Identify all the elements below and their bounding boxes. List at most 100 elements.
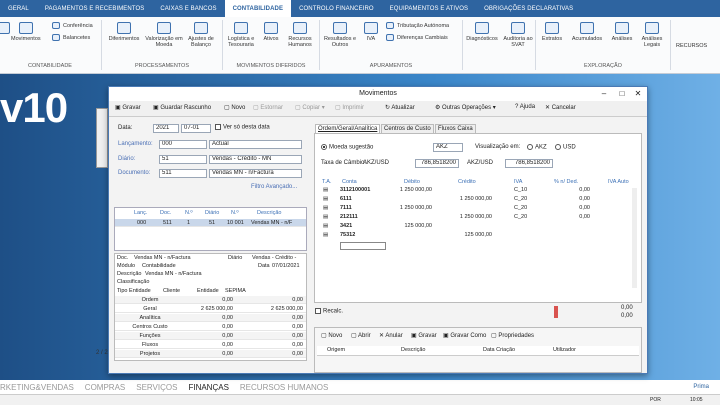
- col-credito[interactable]: Crédito: [458, 179, 476, 185]
- taxa-field-1[interactable]: 786,8518200: [415, 159, 459, 168]
- akz-radio[interactable]: AKZ: [527, 144, 547, 151]
- check-icon: [52, 22, 60, 29]
- gravar-button[interactable]: ▣ Gravar: [115, 104, 141, 111]
- tab-fluxos-caixa[interactable]: Fluxos Caixa: [435, 124, 476, 133]
- attach-novo-button[interactable]: ▢ Novo: [321, 332, 342, 339]
- table-row[interactable]: ▤ 75312 125 000,00: [318, 232, 630, 240]
- attach-abrir-button[interactable]: ▢ Abrir: [351, 332, 371, 339]
- acumulados-button[interactable]: Acumulados: [569, 22, 605, 42]
- valorizacao-button[interactable]: Valorização em Moeda: [145, 22, 183, 48]
- menu-compras[interactable]: COMPRAS: [85, 383, 125, 392]
- tab-obrigacoes[interactable]: OBRIGAÇÕES DECLARATIVAS: [476, 0, 581, 17]
- tab-ordem-geral[interactable]: Ordem/Geral/Analítica: [315, 124, 381, 133]
- table-row[interactable]: ▤ 212111 1 250 000,00 C_20 0,00: [318, 214, 630, 222]
- table-row[interactable]: ▤ 3421 125 000,00: [318, 223, 630, 231]
- col-conta[interactable]: Conta: [342, 179, 357, 185]
- recursos-button[interactable]: RECURSOS: [676, 43, 707, 49]
- filtro-avancado-link[interactable]: Filtro Avançado...: [251, 184, 297, 190]
- diario-label[interactable]: Diário:: [118, 156, 135, 162]
- outras-operacoes-button[interactable]: ⚙ Outras Operações ▾: [435, 104, 496, 111]
- diagnosticos-button[interactable]: Diagnósticos: [464, 22, 500, 42]
- taxa-field-2[interactable]: 786,8518200: [505, 159, 553, 168]
- taskbar-time: 10:05: [690, 397, 703, 403]
- tributacao-button[interactable]: Tributação Autónoma: [386, 22, 449, 29]
- menu-servicos[interactable]: SERVIÇOS: [136, 383, 177, 392]
- tab-equipamentos[interactable]: EQUIPAMENTOS E ATIVOS: [382, 0, 476, 17]
- col-num2[interactable]: N.º: [231, 210, 239, 216]
- attach-gravar-como-button[interactable]: ▣ Gravar Como: [443, 332, 486, 339]
- menu-rh[interactable]: RECURSOS HUMANOS: [240, 383, 328, 392]
- lancamento-code-field[interactable]: 000: [159, 140, 207, 149]
- diferimentos-button[interactable]: Diferimentos: [104, 22, 144, 42]
- copiar-button[interactable]: ▢ Copiar ▾: [295, 104, 325, 111]
- resultados-button[interactable]: Resultados e Outros: [322, 22, 358, 48]
- col-ta[interactable]: T.A.: [322, 179, 331, 185]
- cancelar-button[interactable]: ✕ Cancelar: [545, 104, 576, 111]
- year-field[interactable]: 2021: [153, 124, 179, 133]
- new-line-input[interactable]: [340, 242, 386, 250]
- col-ded[interactable]: % n/ Ded.: [554, 179, 578, 185]
- balancetes-button[interactable]: Balancetes: [52, 34, 90, 41]
- tab-centros-custo[interactable]: Centros de Custo: [381, 124, 434, 133]
- tab-caixas[interactable]: CAIXAS E BANCOS: [152, 0, 224, 17]
- close-icon[interactable]: ✕: [629, 87, 647, 101]
- minimize-icon[interactable]: –: [595, 87, 613, 101]
- ajustes-button[interactable]: Ajustes de Balanço: [185, 22, 217, 48]
- col-data-criacao[interactable]: Data Criação: [483, 347, 515, 353]
- col-iva-auto[interactable]: IVA Auto: [608, 179, 629, 185]
- analises-button[interactable]: Análises: [607, 22, 637, 42]
- recalc-checkbox[interactable]: Recalc.: [315, 308, 343, 315]
- tab-controlo[interactable]: CONTROLO FINANCEIRO: [291, 0, 382, 17]
- documento-code-field[interactable]: 511: [159, 169, 207, 178]
- col-diario[interactable]: Diário: [205, 210, 219, 216]
- lines-scrollbar[interactable]: [632, 188, 637, 288]
- table-row[interactable]: ▤ 7111 1 250 000,00 C_20 0,00: [318, 205, 630, 213]
- diario-code-field[interactable]: 51: [159, 155, 207, 164]
- moeda-radio[interactable]: Moeda sugestão: [321, 144, 373, 151]
- table-row[interactable]: ▤ 6111 1 250 000,00 C_20 0,00: [318, 196, 630, 204]
- moeda-select[interactable]: AKZ: [433, 143, 463, 152]
- total-debit: 0,00: [621, 305, 633, 311]
- col-num[interactable]: N.º: [185, 210, 193, 216]
- movimentos-button[interactable]: Movimentos: [11, 22, 41, 42]
- col-descricao[interactable]: Descrição: [257, 210, 281, 216]
- date-field[interactable]: 07-01: [181, 124, 211, 133]
- col-doc[interactable]: Doc.: [160, 210, 171, 216]
- analises-legais-button[interactable]: Análises Legais: [638, 22, 666, 48]
- diferencas-button[interactable]: Diferenças Cambiais: [386, 34, 448, 41]
- atualizar-button[interactable]: ↻ Atualizar: [385, 104, 415, 111]
- ver-checkbox[interactable]: Ver só desta data: [215, 124, 270, 131]
- attach-gravar-button[interactable]: ▣ Gravar: [411, 332, 437, 339]
- ativos-button[interactable]: Ativos: [260, 22, 282, 42]
- table-row[interactable]: 000 511 1 51 10 001 Vendas MN - n/F: [115, 219, 306, 227]
- col-lanc[interactable]: Lanç.: [134, 210, 147, 216]
- tab-geral[interactable]: GERAL: [0, 0, 37, 17]
- ajuda-button[interactable]: ? Ajuda: [515, 104, 535, 110]
- usd-radio[interactable]: USD: [555, 144, 576, 151]
- documento-label[interactable]: Documento:: [118, 170, 150, 176]
- extratos-button[interactable]: Extratos: [537, 22, 567, 42]
- col-origem[interactable]: Origem: [327, 347, 345, 353]
- table-row[interactable]: ▤ 3112100001 1 250 000,00 C_10 0,00: [318, 187, 630, 195]
- conferencia-button[interactable]: Conferência: [52, 22, 93, 29]
- col-iva[interactable]: IVA: [514, 179, 522, 185]
- ribbon-item-left[interactable]: [0, 22, 10, 36]
- col-descricao-anexo[interactable]: Descrição: [401, 347, 425, 353]
- auditoria-button[interactable]: Auditoria ao SVAT: [503, 22, 533, 48]
- menu-marketing[interactable]: RKETING&VENDAS: [0, 383, 74, 392]
- recursos-humanos-button[interactable]: Recursos Humanos: [284, 22, 316, 48]
- attach-anular-button[interactable]: ✕ Anular: [379, 332, 403, 339]
- menu-financas[interactable]: FINANÇAS: [188, 383, 228, 392]
- logistica-button[interactable]: Logística e Tesouraria: [224, 22, 258, 48]
- guardar-rascunho-button[interactable]: ▣ Guardar Rascunho: [153, 104, 211, 111]
- novo-button[interactable]: ▢ Novo: [224, 104, 245, 111]
- col-debito[interactable]: Débito: [404, 179, 420, 185]
- tab-contabilidade[interactable]: CONTABILIDADE: [224, 0, 292, 17]
- estornar-button[interactable]: ▢ Estornar: [253, 104, 283, 111]
- iva-button[interactable]: IVA: [360, 22, 382, 42]
- imprimir-button[interactable]: ▢ Imprimir: [335, 104, 364, 111]
- col-utilizador[interactable]: Utilizador: [553, 347, 576, 353]
- attach-propriedades-button[interactable]: ▢ Propriedades: [491, 332, 534, 339]
- lancamento-label[interactable]: Lançamento:: [118, 141, 153, 147]
- tab-pagamentos[interactable]: PAGAMENTOS E RECEBIMENTOS: [37, 0, 153, 17]
